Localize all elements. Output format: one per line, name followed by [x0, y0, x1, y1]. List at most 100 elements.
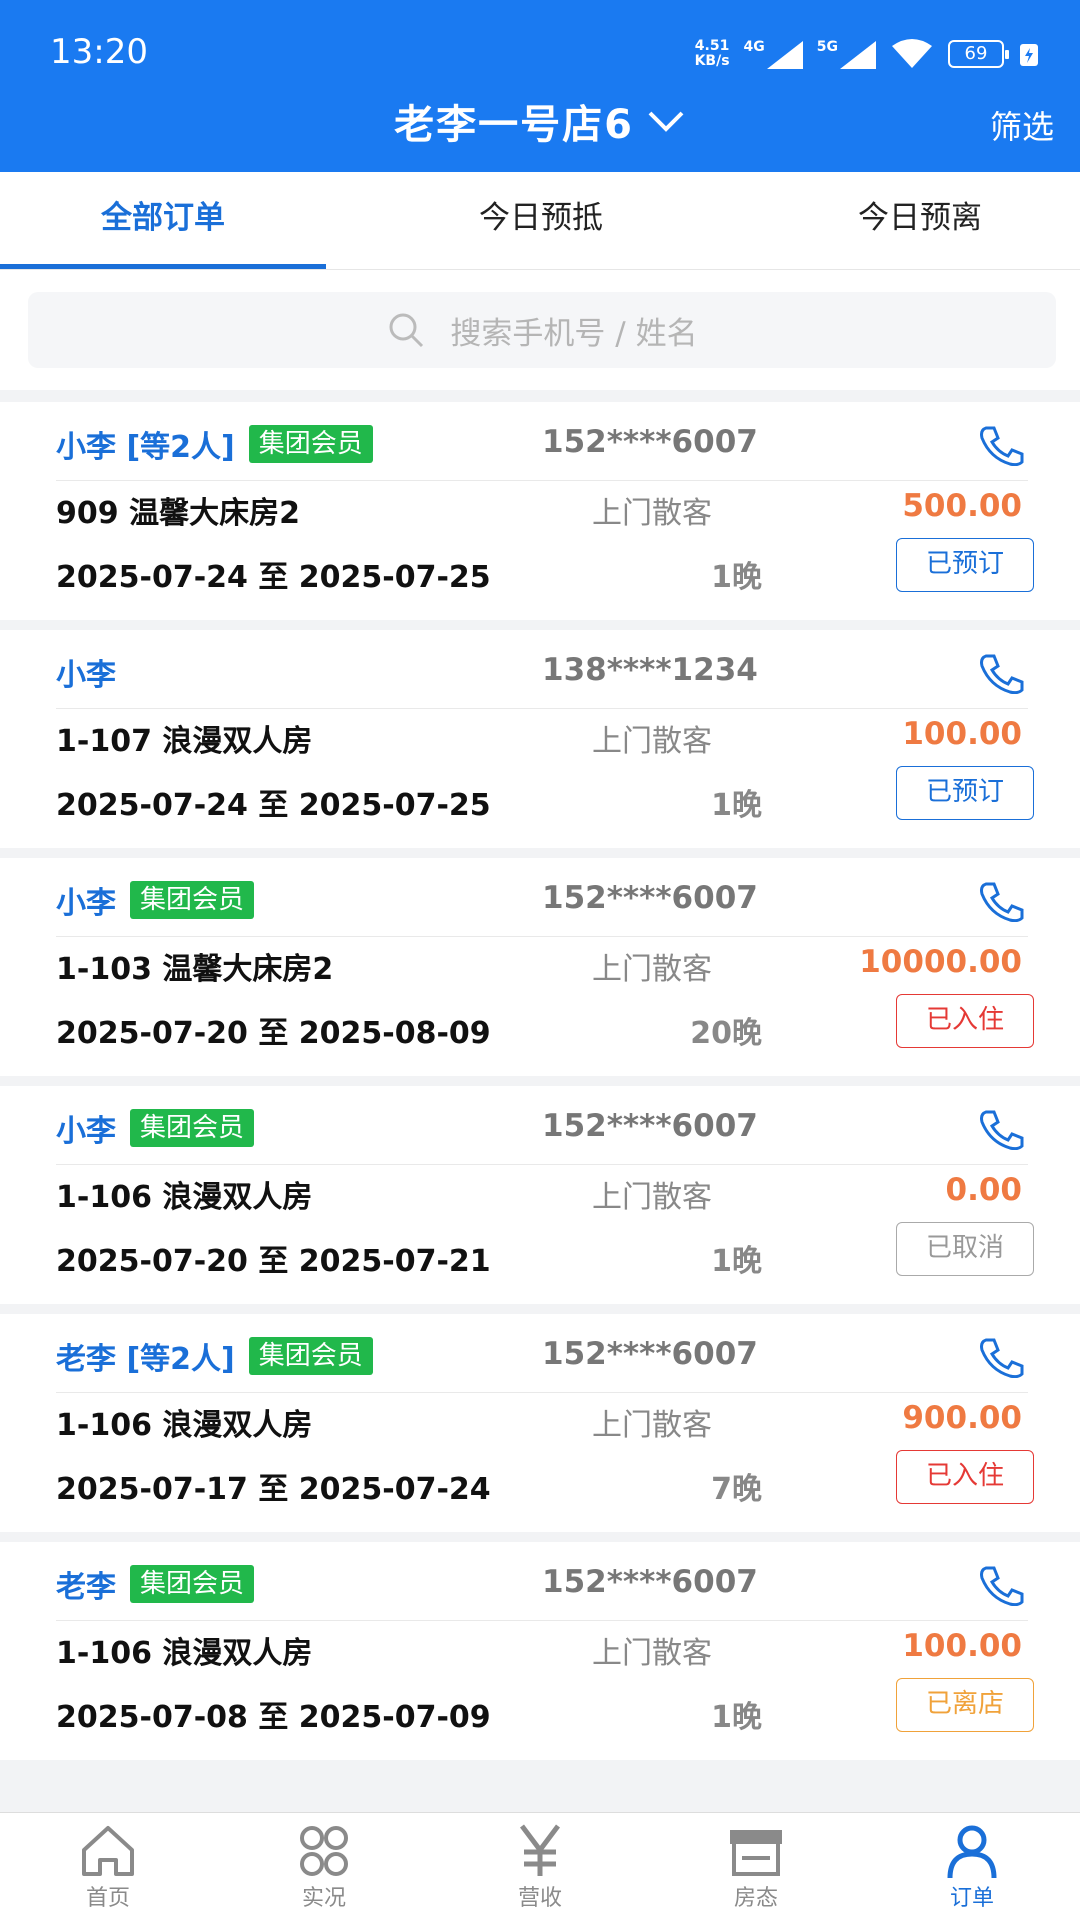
member-badge: 集团会员 — [130, 1109, 255, 1147]
stay-dates: 2025-07-20 至 2025-08-09 — [56, 1016, 491, 1051]
stay-dates: 2025-07-24 至 2025-07-25 — [56, 560, 491, 595]
order-price: 900.00 — [902, 1400, 1022, 1436]
divider — [56, 480, 1028, 481]
booking-source: 上门散客 — [592, 1180, 712, 1215]
status-icons: 4.51 KB/s 4G 5G 69 — [695, 34, 1040, 74]
order-price: 0.00 — [945, 1172, 1023, 1208]
stay-dates: 2025-07-20 至 2025-07-21 — [56, 1244, 491, 1279]
bottom-nav: 首页 实况 营收 房态 订单 — [0, 1812, 1080, 1920]
search-placeholder: 搜索手机号 / 姓名 — [450, 315, 698, 352]
guest-name: 老李 [等2人] — [56, 1342, 235, 1377]
order-card[interactable]: 老李 集团会员 152****6007 1-106 浪漫双人房 上门散客 100… — [0, 1542, 1080, 1760]
nav-home[interactable]: 首页 — [0, 1813, 216, 1920]
guest-phone: 138****1234 — [542, 652, 758, 688]
nights-count: 7晚 — [711, 1472, 762, 1507]
stay-dates: 2025-07-24 至 2025-07-25 — [56, 788, 491, 823]
divider — [56, 1620, 1028, 1621]
status-badge: 已入住 — [896, 1450, 1034, 1504]
booking-source: 上门散客 — [592, 724, 712, 759]
signal-4g-icon: 4G — [744, 39, 803, 69]
order-card[interactable]: 小李 集团会员 152****6007 1-103 温馨大床房2 上门散客 10… — [0, 858, 1080, 1076]
booking-source: 上门散客 — [592, 1408, 712, 1443]
guest-name: 小李 [等2人] — [56, 430, 235, 465]
net-speed: 4.51 KB/s — [694, 38, 730, 69]
guest-phone: 152****6007 — [542, 1564, 758, 1600]
room-name: 1-106 浪漫双人房 — [56, 1180, 313, 1215]
nights-count: 1晚 — [711, 560, 762, 595]
phone-call-icon[interactable] — [978, 652, 1024, 694]
store-icon — [730, 1829, 782, 1876]
tab-today-arrival[interactable]: 今日预抵 — [376, 172, 706, 270]
wifi-icon — [892, 39, 932, 68]
search-input[interactable]: 搜索手机号 / 姓名 — [28, 292, 1056, 368]
divider — [56, 1164, 1028, 1165]
nav-orders[interactable]: 订单 — [864, 1813, 1080, 1920]
guest-phone: 152****6007 — [542, 1336, 758, 1372]
phone-call-icon[interactable] — [978, 1564, 1024, 1606]
status-badge: 已预订 — [896, 766, 1034, 820]
booking-source: 上门散客 — [592, 952, 712, 987]
tab-all-orders[interactable]: 全部订单 — [0, 172, 326, 270]
booking-source: 上门散客 — [592, 1636, 712, 1671]
home-icon — [82, 1825, 134, 1876]
status-time: 13:20 — [50, 32, 148, 72]
room-name: 1-107 浪漫双人房 — [56, 724, 313, 759]
order-card[interactable]: 老李 [等2人] 集团会员 152****6007 1-106 浪漫双人房 上门… — [0, 1314, 1080, 1532]
chevron-down-icon — [648, 111, 684, 132]
guest-name: 小李 — [56, 1114, 116, 1149]
order-price: 100.00 — [902, 1628, 1022, 1664]
active-tab-indicator — [0, 264, 326, 269]
room-name: 909 温馨大床房2 — [56, 496, 300, 531]
divider — [56, 936, 1028, 937]
nights-count: 1晚 — [711, 1244, 762, 1279]
divider — [56, 1392, 1028, 1393]
guest-name: 老李 — [56, 1570, 116, 1605]
nav-revenue[interactable]: 营收 — [432, 1813, 648, 1920]
order-price: 100.00 — [902, 716, 1022, 752]
booking-source: 上门散客 — [592, 496, 712, 531]
filter-button[interactable]: 筛选 — [990, 102, 1054, 148]
grid-circles-icon — [300, 1825, 348, 1876]
guest-name: 小李 — [56, 886, 116, 921]
yen-icon — [520, 1824, 560, 1876]
member-badge: 集团会员 — [130, 1565, 255, 1603]
room-name: 1-103 温馨大床房2 — [56, 952, 334, 987]
order-card[interactable]: 小李 138****1234 1-107 浪漫双人房 上门散客 100.00 2… — [0, 630, 1080, 848]
nav-room-status[interactable]: 房态 — [648, 1813, 864, 1920]
room-name: 1-106 浪漫双人房 — [56, 1636, 313, 1671]
tab-today-departure[interactable]: 今日预离 — [760, 172, 1080, 270]
app-header: 13:20 4.51 KB/s 4G 5G 69 老李一号店6 筛选 — [0, 0, 1080, 172]
status-badge: 已入住 — [896, 994, 1034, 1048]
order-price: 10000.00 — [859, 944, 1022, 980]
store-name: 老李一号店6 — [394, 102, 634, 148]
nights-count: 1晚 — [711, 1700, 762, 1735]
nav-live[interactable]: 实况 — [216, 1813, 432, 1920]
nights-count: 20晚 — [690, 1016, 762, 1051]
phone-call-icon[interactable] — [978, 880, 1024, 922]
phone-call-icon[interactable] — [978, 1108, 1024, 1150]
search-icon — [389, 313, 424, 348]
search-area: 搜索手机号 / 姓名 — [0, 270, 1080, 390]
member-badge: 集团会员 — [248, 1337, 373, 1375]
guest-name: 小李 — [56, 658, 116, 693]
guest-phone: 152****6007 — [542, 424, 758, 460]
phone-call-icon[interactable] — [978, 1336, 1024, 1378]
order-card[interactable]: 小李 [等2人] 集团会员 152****6007 909 温馨大床房2 上门散… — [0, 402, 1080, 620]
signal-5g-icon: 5G — [817, 39, 876, 69]
guest-phone: 152****6007 — [542, 880, 758, 916]
order-card[interactable]: 小李 集团会员 152****6007 1-106 浪漫双人房 上门散客 0.0… — [0, 1086, 1080, 1304]
guest-phone: 152****6007 — [542, 1108, 758, 1144]
member-badge: 集团会员 — [248, 425, 373, 463]
stay-dates: 2025-07-08 至 2025-07-09 — [56, 1700, 491, 1735]
user-icon — [947, 1825, 997, 1878]
charging-icon — [1020, 44, 1038, 66]
member-badge: 集团会员 — [130, 881, 255, 919]
phone-call-icon[interactable] — [978, 424, 1024, 466]
room-name: 1-106 浪漫双人房 — [56, 1408, 313, 1443]
store-selector[interactable]: 老李一号店6 — [394, 92, 686, 150]
nights-count: 1晚 — [711, 788, 762, 823]
status-badge: 已预订 — [896, 538, 1034, 592]
divider — [56, 708, 1028, 709]
order-tabs: 全部订单 今日预抵 今日预离 — [0, 172, 1080, 270]
battery-icon: 69 — [948, 40, 1009, 68]
